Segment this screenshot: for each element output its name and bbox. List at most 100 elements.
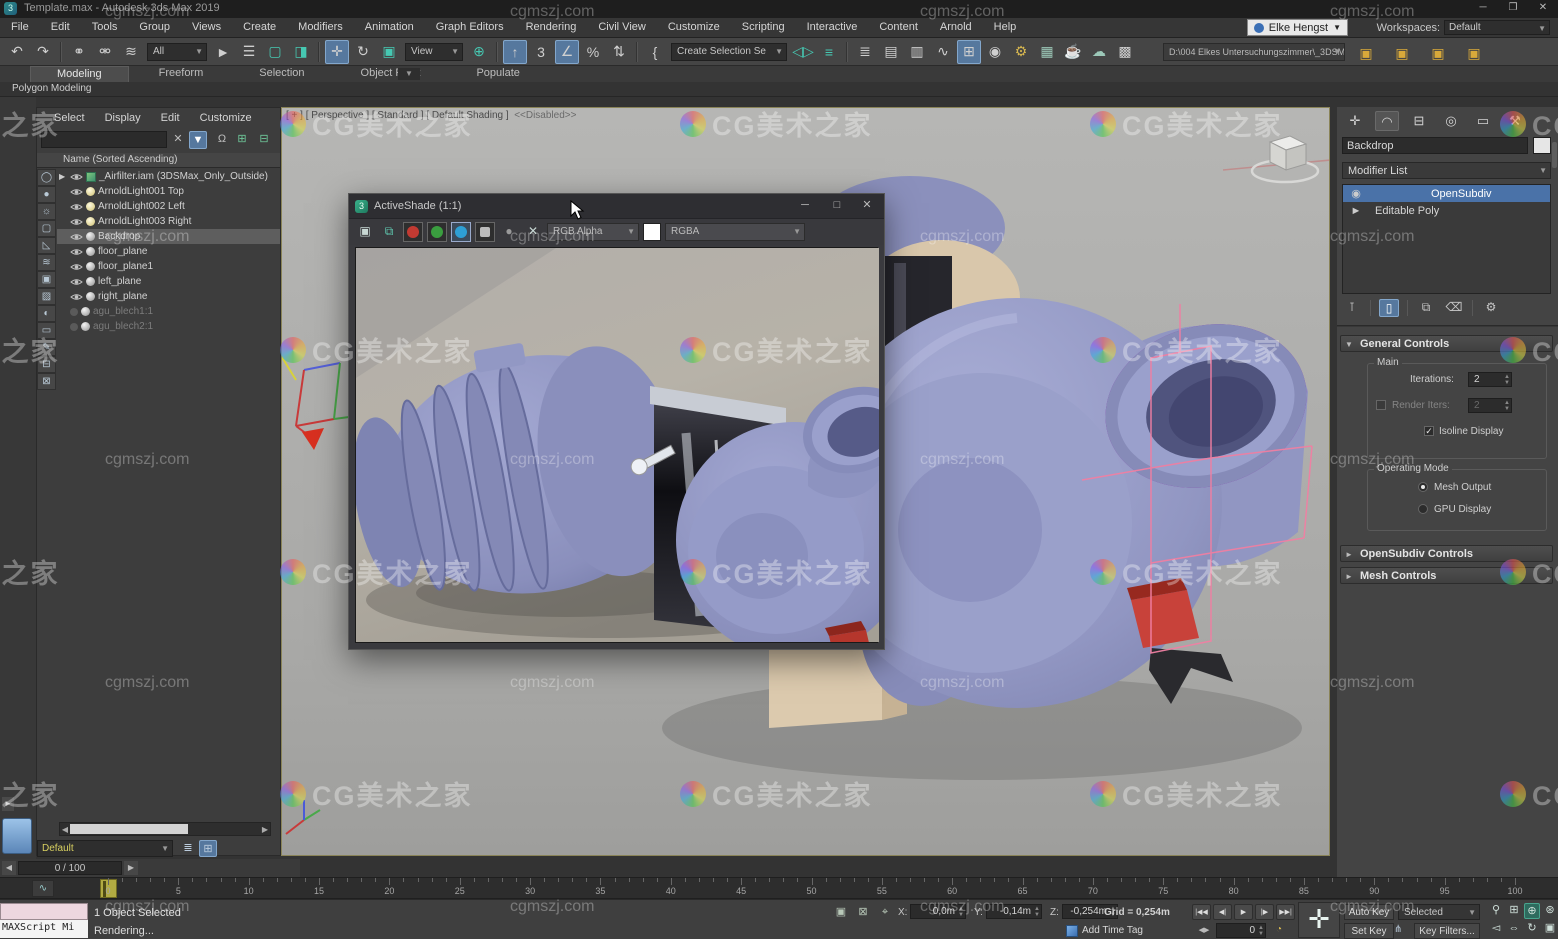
menu-modifiers[interactable]: Modifiers [287,18,354,37]
set-keys-button[interactable]: ✛ [1298,902,1340,938]
signin-user-button[interactable]: Elke Hengst ▼ [1247,19,1348,36]
rollout-opensubdiv-controls[interactable]: ► OpenSubdiv Controls [1340,545,1553,562]
explorer-menu-customize[interactable]: Customize [191,111,261,125]
menu-animation[interactable]: Animation [354,18,425,37]
toggle-layer-explorer-icon[interactable]: ▤ [879,40,903,64]
scrollbar-thumb[interactable] [70,824,188,834]
minimize-icon[interactable]: ─ [790,196,820,216]
menu-views[interactable]: Views [181,18,232,37]
display-channel-dropdown[interactable]: RGB Alpha▼ [547,223,639,241]
display-shapes-icon[interactable]: ✎ [37,339,56,356]
set-key-button[interactable]: Set Key [1344,923,1394,939]
maxscript-mini-listener-input[interactable] [0,903,88,920]
eye-icon[interactable] [70,277,83,287]
modifier-stack-row[interactable]: ◉OpenSubdiv [1343,185,1550,202]
character-key-icon[interactable]: ⋔ [1394,924,1402,935]
list-item[interactable]: left_plane [57,274,280,289]
menu-rendering[interactable]: Rendering [515,18,588,37]
filter-funnel-icon[interactable]: ▼ [189,131,207,149]
display-materials-icon[interactable]: ▣ [37,271,56,288]
tab-modify[interactable]: ◠ [1375,111,1399,131]
alpha-channel-toggle[interactable]: ● [499,222,519,242]
viewport-label[interactable]: [ + ] [ Perspective ] [ Standard ] [ Def… [286,110,576,121]
current-frame-field[interactable]: 0▲▼ [1216,923,1266,938]
spinner-icon[interactable]: ▲▼ [1504,374,1510,386]
schematic-view-icon[interactable]: ⊞ [957,40,981,64]
zoom-extents-all-icon[interactable]: ⊛ [1542,903,1558,919]
pin-stack-icon[interactable]: ⊺ [1342,299,1362,317]
project-folder-link-icon[interactable]: ▣ [1460,43,1488,63]
sync-selection-icon[interactable]: ⊞ [233,131,251,149]
display-all-icon[interactable]: ◯ [37,169,56,186]
hidden-eye-icon[interactable] [70,323,78,331]
red-channel-toggle[interactable] [403,222,423,242]
unlink-selection-icon[interactable]: ⚮ [93,40,117,64]
workspace-dropdown[interactable]: Default▼ [1444,20,1550,35]
list-item[interactable]: ArnoldLight003 Right [57,214,280,229]
field-of-view-icon[interactable]: ◅ [1488,921,1504,937]
previous-frame-button[interactable]: ◀| [1213,904,1232,920]
activeshade-window[interactable]: 3 ActiveShade (1:1) ─ □ ✕ ▣ ⧉ ● ✕ RGB Al… [348,193,885,650]
zoom-icon[interactable]: ⚲ [1488,903,1504,919]
maxscript-mini-listener-output[interactable]: MAXScript Mi [0,920,88,938]
render-iters-field[interactable]: 2▲▼ [1468,398,1512,413]
expand-arrow-icon[interactable]: ► [1343,205,1369,217]
tab-hierarchy[interactable]: ⊟ [1407,111,1431,131]
lock-explorer-icon[interactable]: Ω [213,131,231,149]
next-range-arrow[interactable]: ▶ [124,861,138,875]
display-bones-icon[interactable]: ◐ [37,305,56,322]
project-folder-open-icon[interactable]: ▣ [1388,43,1416,63]
frame-buffer-type-dropdown[interactable]: RGBA▼ [665,223,805,241]
eye-icon[interactable] [70,292,83,302]
activeshade-title-bar[interactable]: 3 ActiveShade (1:1) ─ □ ✕ [349,194,884,218]
named-selection-sets-dropdown[interactable]: Create Selection Se▼ [671,43,787,61]
list-item[interactable]: ArnoldLight002 Left [57,199,280,214]
percent-snap-toggle-icon[interactable]: % [581,40,605,64]
render-in-cloud-icon[interactable]: ☁ [1087,40,1111,64]
isoline-display-checkbox[interactable]: ✓ [1424,426,1434,436]
angle-snap-toggle-icon[interactable]: ∠ [555,40,579,64]
select-and-move-icon[interactable]: ✛ [325,40,349,64]
explorer-settings-icon[interactable]: ⊟ [255,131,273,149]
explorer-menu-select[interactable]: Select [45,111,94,125]
viewport-layout-tab-button[interactable] [2,818,32,854]
mesh-output-radio[interactable] [1418,482,1428,492]
render-production-icon[interactable]: ☕ [1061,40,1085,64]
maximize-viewport-icon[interactable]: ▣ [1542,921,1558,937]
search-input[interactable] [41,131,167,148]
remove-modifier-icon[interactable]: ⌫ [1444,299,1464,317]
select-and-link-icon[interactable]: ⚭ [67,40,91,64]
hierarchy-view-icon[interactable]: ⊞ [199,840,217,857]
scroll-left-arrow[interactable]: ◀ [60,824,70,835]
spinner-icon[interactable]: ▲▼ [1034,906,1040,918]
tab-selection[interactable]: Selection [233,66,330,82]
scroll-right-arrow[interactable]: ▶ [260,824,270,835]
display-geometry-icon[interactable]: ● [37,186,56,203]
display-space-warps-icon[interactable]: ≋ [37,254,56,271]
render-presets-icon[interactable]: ▩ [1113,40,1137,64]
x-coordinate-field[interactable]: 0,0m▲▼ [910,904,966,919]
panel-scrollbar[interactable] [1552,142,1557,168]
go-to-end-button[interactable]: ▶▶| [1276,904,1295,920]
eye-icon[interactable] [70,232,83,242]
background-color-swatch[interactable] [643,223,661,241]
toggle-ribbon-icon[interactable]: ▥ [905,40,929,64]
menu-content[interactable]: Content [868,18,929,37]
show-end-result-icon[interactable]: ▯ [1379,299,1399,317]
window-crossing-toggle-icon[interactable]: ◨ [289,40,313,64]
list-item[interactable]: right_plane [57,289,280,304]
toggle-scene-explorer-icon[interactable]: ≣ [853,40,877,64]
project-folder-add-icon[interactable]: ▣ [1424,43,1452,63]
spinner-icon[interactable]: ▲▼ [958,906,964,918]
material-editor-icon[interactable]: ◉ [983,40,1007,64]
menu-graph-editors[interactable]: Graph Editors [425,18,515,37]
project-path-dropdown[interactable]: D:\004 Elkes Untersuchungszimmer\_3DSMax… [1163,43,1345,61]
prev-range-arrow[interactable]: ◀ [2,861,16,875]
explorer-menu-edit[interactable]: Edit [152,111,189,125]
menu-civil-view[interactable]: Civil View [587,18,656,37]
object-name-field[interactable]: Backdrop [1342,137,1528,154]
object-color-swatch[interactable] [1533,137,1551,154]
menu-scripting[interactable]: Scripting [731,18,796,37]
menu-edit[interactable]: Edit [40,18,81,37]
spinner-snap-toggle-icon[interactable]: ⇅ [607,40,631,64]
